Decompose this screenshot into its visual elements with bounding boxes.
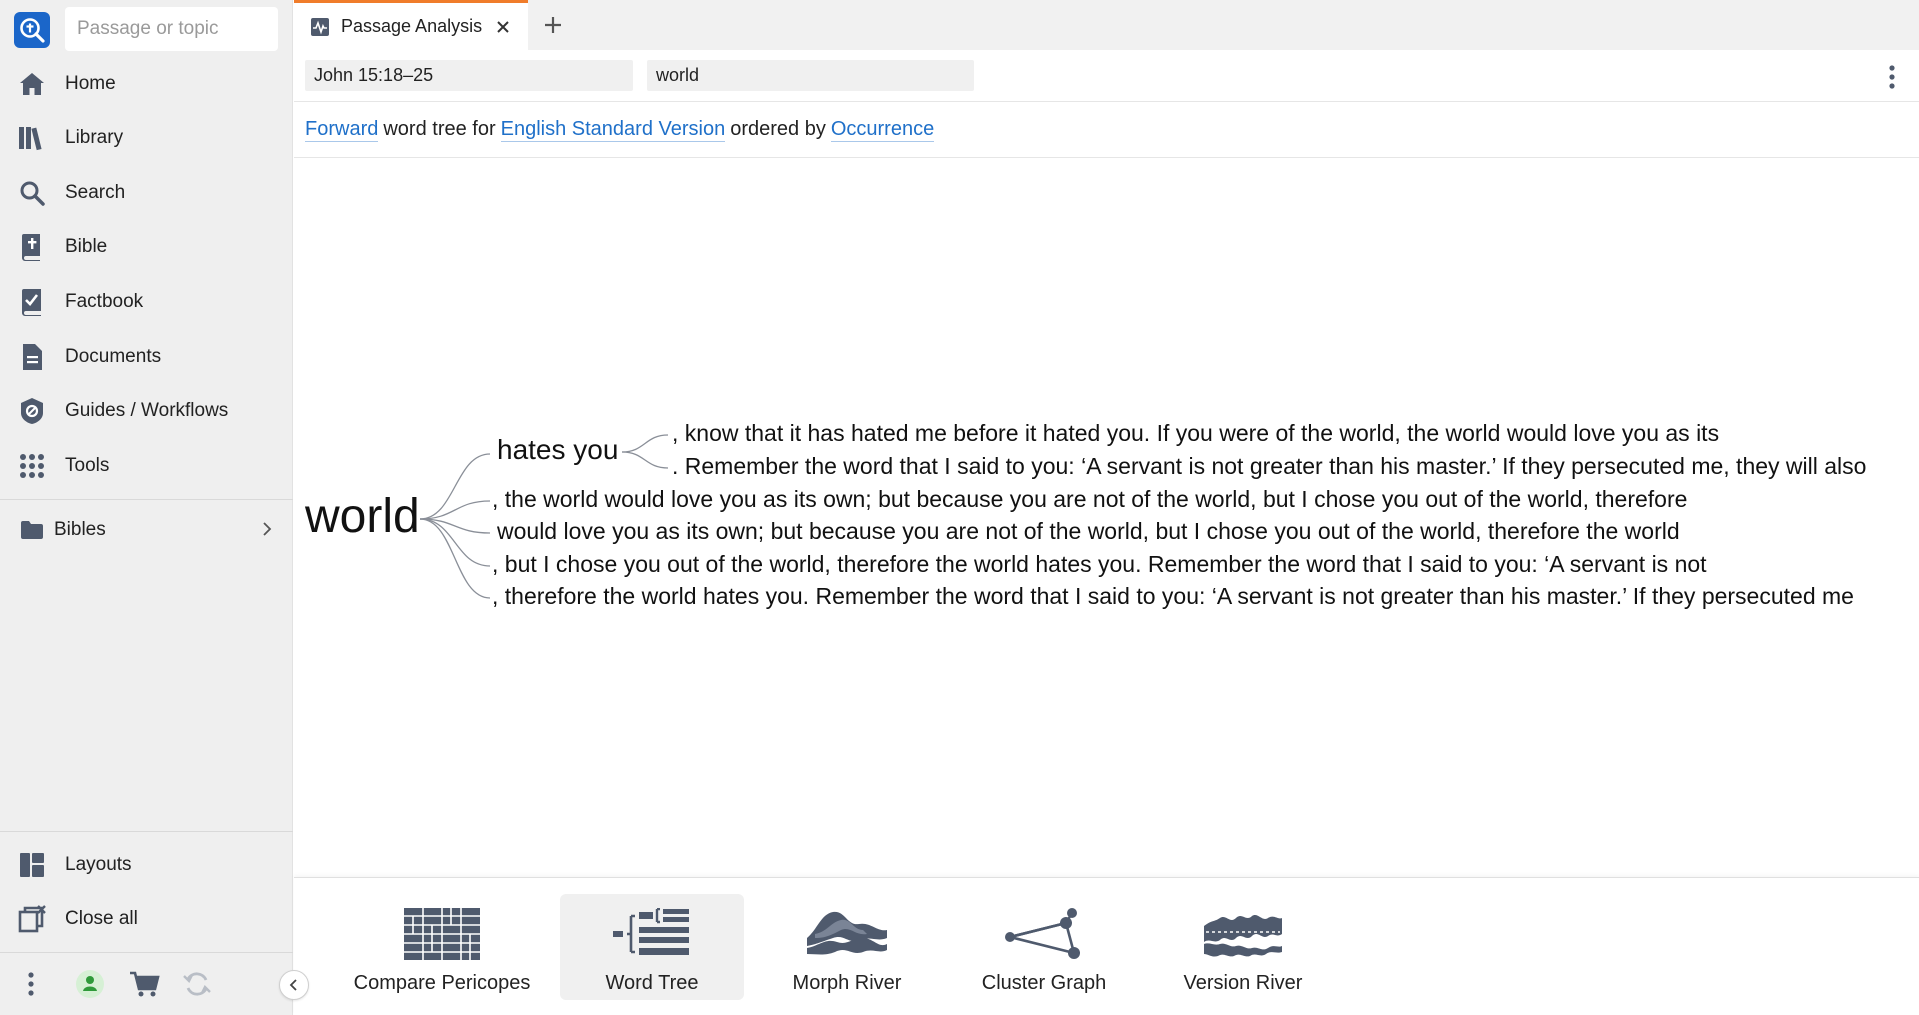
direction-link[interactable]: Forward [305,117,379,142]
sidebar-item-label: Search [65,182,126,203]
sidebar-item-library[interactable]: Library [0,114,293,162]
word-tree-branch[interactable]: would love you as its own; but because y… [497,518,1680,545]
sidebar-item-home[interactable]: Home [0,60,293,108]
word-input[interactable] [647,60,974,91]
cart-icon[interactable] [128,967,162,1001]
tab-title: Passage Analysis [341,16,483,36]
account-avatar-icon[interactable] [73,967,107,1001]
visualization-version-river[interactable]: Version River [1158,894,1328,1000]
word-tree-icon [613,906,691,962]
tools-icon [17,451,47,481]
chevron-right-icon [261,519,273,544]
visualization-cluster-graph[interactable]: Cluster Graph [964,894,1124,1000]
visualization-morph-river[interactable]: Morph River [772,894,922,1000]
sidebar-item-close-all[interactable]: Close all [0,895,293,943]
chevron-left-icon [289,979,297,991]
word-tree-root[interactable]: world [305,489,420,544]
sidebar-footer [0,952,293,1015]
sidebar-item-label: Tools [65,455,110,476]
sidebar-divider [0,831,293,832]
sidebar-item-bible[interactable]: Bible [0,223,293,271]
settings-text: word tree for [383,118,496,140]
version-link[interactable]: English Standard Version [500,117,726,142]
logos-app-icon[interactable] [14,12,50,48]
tree-connector [419,453,491,520]
visualization-word-tree[interactable]: Word Tree [560,894,744,1000]
tab-passage-analysis[interactable]: Passage Analysis [294,0,528,50]
sidebar-item-label: Factbook [65,291,144,312]
documents-icon [17,342,47,372]
compare-pericopes-icon [404,906,480,962]
sidebar-item-label: Guides / Workflows [65,400,229,421]
close-all-icon [17,904,47,934]
visualization-picker: Compare Pericopes Word Tree Morph River [294,877,1919,1015]
layouts-icon [17,850,47,880]
cluster-graph-icon [1004,906,1084,962]
reference-input[interactable] [305,60,633,91]
morph-river-icon [807,906,887,962]
tree-connector [621,434,669,453]
order-link[interactable]: Occurrence [830,117,935,142]
folder-icon [20,520,44,540]
passage-analysis-icon [310,17,330,37]
sidebar-folder-bibles[interactable]: Bibles [0,507,293,553]
visualization-label: Word Tree [605,972,699,994]
search-icon [17,178,47,208]
word-tree-branch[interactable]: hates you [497,434,618,466]
tab-bar: Passage Analysis [294,0,1919,50]
sidebar-divider [0,499,293,500]
word-tree-branch[interactable]: , but I chose you out of the world, ther… [492,551,1707,578]
sidebar-item-label: Home [65,73,116,94]
panel-toolbar [294,50,1919,102]
factbook-icon [17,287,47,317]
passage-search-input[interactable] [65,7,278,51]
word-tree-view: world hates you , know that it has hated… [294,159,1919,877]
tree-connector [419,518,491,599]
sidebar-item-label: Documents [65,346,162,367]
guides-icon [17,396,47,426]
sidebar-item-label: Layouts [65,854,132,875]
word-tree-branch[interactable]: , the world would love you as its own; b… [492,486,1687,513]
home-icon [17,69,47,99]
sidebar-item-label: Bible [65,236,108,257]
sidebar-item-tools[interactable]: Tools [0,442,293,490]
sidebar-item-guides-workflows[interactable]: Guides / Workflows [0,387,293,435]
collapse-sidebar-button[interactable] [279,970,309,1000]
panel-menu-icon[interactable] [1879,62,1905,92]
visualization-label: Compare Pericopes [353,972,531,994]
version-river-icon [1204,906,1282,962]
new-tab-icon[interactable] [540,12,566,38]
sidebar-item-documents[interactable]: Documents [0,333,293,381]
bible-icon [17,232,47,262]
tree-connector [621,451,669,469]
word-tree-leaf[interactable]: . Remember the word that I said to you: … [672,453,1866,480]
library-icon [17,123,47,153]
visualization-label: Morph River [792,972,902,994]
settings-text: ordered by [730,118,826,140]
sidebar-item-layouts[interactable]: Layouts [0,841,293,889]
word-tree-leaf[interactable]: , know that it has hated me before it ha… [672,420,1719,447]
sidebar-folder-label: Bibles [54,519,106,540]
sidebar-item-label: Library [65,127,124,148]
word-tree-branch[interactable]: , therefore the world hates you. Remembe… [492,583,1854,610]
visualization-label: Version River [1183,972,1303,994]
word-tree-settings: Forward word tree for English Standard V… [294,102,1919,158]
sync-icon[interactable] [180,967,214,1001]
sidebar-item-search[interactable]: Search [0,169,293,217]
sidebar-item-label: Close all [65,908,138,929]
sidebar: Home Library Search Bible Factbook Docum… [0,0,293,1015]
visualization-compare-pericopes[interactable]: Compare Pericopes [353,894,531,1000]
close-tab-icon[interactable] [492,16,514,38]
sidebar-item-factbook[interactable]: Factbook [0,278,293,326]
visualization-label: Cluster Graph [981,972,1107,994]
more-options-icon[interactable] [14,967,48,1001]
